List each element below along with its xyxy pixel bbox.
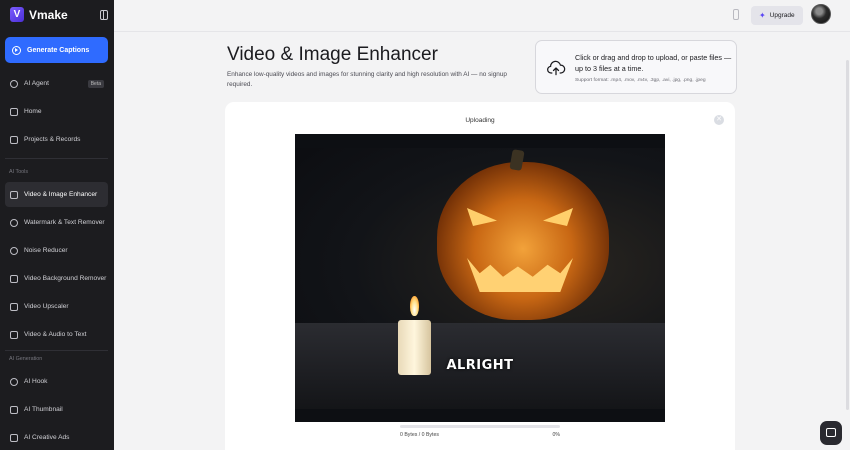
play-icon (12, 45, 21, 55)
divider (5, 350, 108, 351)
sidebar-item-ai-creative-ads[interactable]: AI Creative Ads (5, 425, 108, 450)
upload-progress-bar (400, 425, 560, 428)
vmake-logo-icon: V (10, 7, 24, 22)
page-title: Video & Image Enhancer (227, 44, 438, 65)
sidebar-item-label: Video & Audio to Text (24, 331, 87, 338)
transcribe-icon (10, 330, 18, 339)
cloud-upload-icon (547, 60, 566, 76)
upload-instructions: Click or drag and drop to upload, or pas… (575, 53, 732, 73)
sidebar-item-label: AI Creative Ads (24, 434, 70, 441)
background-remove-icon (10, 274, 18, 283)
mobile-icon[interactable] (733, 9, 739, 20)
beta-badge: Beta (87, 79, 104, 88)
scrollbar[interactable] (846, 60, 849, 410)
bytes-uploaded: 0 Bytes / 0 Bytes (400, 432, 439, 438)
ads-icon (10, 433, 18, 442)
upgrade-icon: ✦ (759, 11, 766, 20)
upgrade-label: Upgrade (769, 12, 795, 19)
page-subtitle: Enhance low-quality videos and images fo… (227, 71, 507, 88)
sidebar-item-label: Video Upscaler (24, 303, 69, 310)
sidebar-item-watermark-remover[interactable]: Watermark & Text Remover (5, 210, 108, 235)
candle-flame (410, 296, 419, 316)
pumpkin-graphic (437, 162, 609, 320)
divider (5, 158, 108, 159)
sidebar-item-label: Video Background Remover (24, 275, 107, 282)
sidebar-item-projects[interactable]: Projects & Records (5, 127, 108, 152)
sidebar-item-label: Video & Image Enhancer (24, 191, 98, 198)
app-name: Vmake (29, 7, 68, 22)
eraser-icon (10, 218, 18, 227)
sidebar-item-label: Noise Reducer (24, 247, 68, 254)
topbar-divider (114, 31, 850, 32)
upscale-icon (10, 302, 18, 311)
enhance-icon (10, 190, 18, 199)
collapse-sidebar-icon[interactable] (100, 10, 108, 20)
sidebar-item-ai-thumbnail[interactable]: AI Thumbnail (5, 397, 108, 422)
hook-icon (10, 377, 18, 386)
avatar[interactable] (811, 4, 831, 24)
sidebar-item-label: AI Hook (24, 378, 48, 385)
sidebar-item-video-to-text[interactable]: Video & Audio to Text (5, 322, 108, 347)
section-label-ai-tools: AI Tools (9, 169, 29, 175)
upload-percent: 0% (552, 432, 561, 438)
folder-icon (10, 135, 18, 144)
preview-caption: ALRIGHT (446, 358, 514, 373)
section-label-ai-generation: AI Generation (9, 356, 43, 362)
generate-captions-label: Generate Captions (27, 46, 90, 54)
image-icon (10, 405, 18, 414)
sidebar-item-video-upscaler[interactable]: Video Upscaler (5, 294, 108, 319)
media-preview: ALRIGHT (295, 134, 665, 422)
sidebar-item-label: Home (24, 108, 42, 115)
sidebar-item-noise-reducer[interactable]: Noise Reducer (5, 238, 108, 263)
sparkle-icon (10, 79, 18, 88)
close-icon[interactable]: ✕ (714, 115, 724, 125)
home-icon (10, 107, 18, 116)
sidebar: V Vmake Generate Captions AI Agent Beta … (0, 0, 114, 450)
sidebar-item-label: Watermark & Text Remover (24, 219, 105, 226)
sidebar-item-video-image-enhancer[interactable]: Video & Image Enhancer (5, 182, 108, 207)
generate-captions-button[interactable]: Generate Captions (5, 37, 108, 63)
sidebar-item-bg-remover[interactable]: Video Background Remover (5, 266, 108, 291)
sidebar-item-label: AI Agent (24, 80, 49, 87)
supported-formats: Support format: .mp4, .mov, .m4v, .3gp, … (575, 78, 706, 83)
chat-support-icon[interactable] (820, 421, 842, 445)
sidebar-item-ai-agent[interactable]: AI Agent Beta (5, 71, 108, 96)
sidebar-item-label: Projects & Records (24, 136, 81, 143)
upload-dropzone[interactable]: Click or drag and drop to upload, or pas… (535, 40, 737, 94)
upload-status: Uploading (465, 117, 495, 124)
waveform-icon (10, 246, 18, 255)
sidebar-item-ai-hook[interactable]: AI Hook (5, 369, 108, 394)
sidebar-item-label: AI Thumbnail (24, 406, 63, 413)
upgrade-button[interactable]: ✦ Upgrade (751, 6, 803, 25)
brand[interactable]: V Vmake (10, 7, 68, 22)
upload-card: Uploading ✕ ALRIGHT 0 Bytes / 0 Bytes 0% (225, 102, 735, 450)
sidebar-item-home[interactable]: Home (5, 99, 108, 124)
